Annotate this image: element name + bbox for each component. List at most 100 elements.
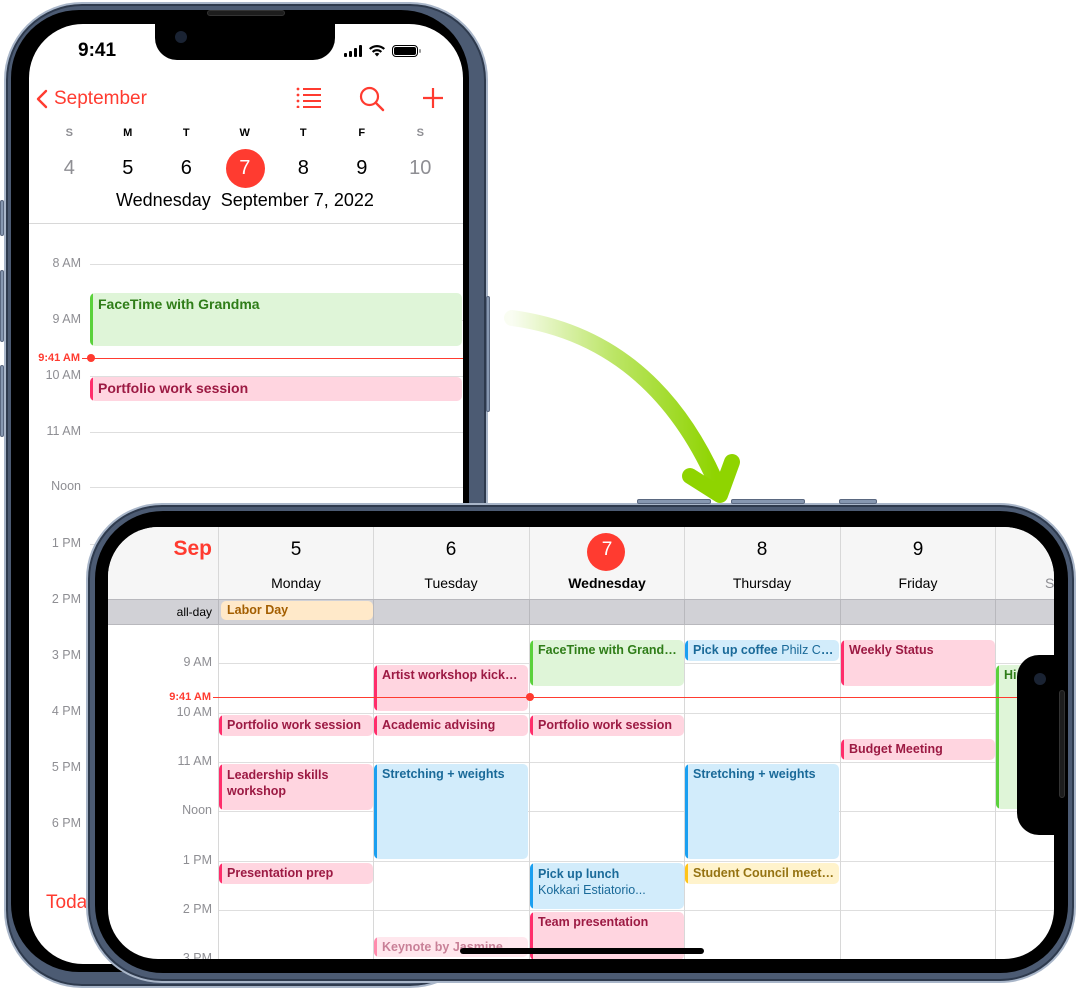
event-facetime-with-grandma[interactable]: FaceTime with Grandma bbox=[530, 640, 684, 686]
current-time-line bbox=[213, 697, 1054, 698]
hour-label: 3 PM bbox=[51, 648, 81, 662]
selected-date: September 7, 2022 bbox=[220, 190, 374, 210]
event-portfolio-work-session[interactable]: Portfolio work session bbox=[219, 715, 373, 736]
hour-row: Noon bbox=[29, 479, 463, 493]
day-button-4[interactable]: 4 bbox=[40, 150, 99, 186]
silent-switch bbox=[839, 499, 877, 504]
search-icon[interactable] bbox=[359, 86, 385, 112]
weekday-letters: S M T W T F S bbox=[40, 127, 450, 139]
hour-line bbox=[90, 487, 463, 488]
event-portfolio-work-session[interactable]: Portfolio work session bbox=[90, 377, 462, 401]
weekday-letter: S bbox=[416, 127, 424, 139]
hour-line bbox=[90, 264, 463, 265]
hour-line bbox=[218, 861, 1054, 862]
event-academic-advising[interactable]: Academic advising bbox=[374, 715, 528, 736]
day-column-header[interactable]: 9 Friday bbox=[840, 527, 995, 599]
weekday-letter: M bbox=[123, 127, 133, 139]
event-title: Artist workshop kickoff! bbox=[382, 668, 526, 682]
hour-line bbox=[218, 713, 1054, 714]
hour-row: 11 AM bbox=[29, 424, 463, 438]
hour-line bbox=[90, 432, 463, 433]
hour-label: 10 AM bbox=[176, 705, 212, 719]
day-column-header[interactable]: 10 Saturday bbox=[995, 527, 1054, 599]
wifi-icon bbox=[369, 45, 385, 57]
hour-label: 8 AM bbox=[52, 256, 82, 270]
event-pick-up-lunch[interactable]: Pick up lunch Kokkari Estiatorio... bbox=[530, 863, 684, 909]
hour-row: Noon bbox=[108, 803, 1054, 817]
event-title: Portfolio work session bbox=[227, 718, 362, 732]
speaker-grille bbox=[207, 10, 285, 16]
event-facetime-with-grandma[interactable]: FaceTime with Grandma bbox=[90, 293, 462, 346]
front-camera bbox=[175, 31, 187, 43]
event-stretching-weights[interactable]: Stretching + weights bbox=[685, 764, 839, 859]
current-time-dot bbox=[526, 693, 534, 701]
day-column-header-today[interactable]: 7 Wednesday bbox=[529, 527, 684, 599]
day-button-8[interactable]: 8 bbox=[274, 150, 333, 186]
hour-label: 1 PM bbox=[182, 853, 212, 867]
day-column-header[interactable]: 5 Monday bbox=[218, 527, 373, 599]
event-pick-up-coffee[interactable]: Pick up coffee Philz Co... bbox=[685, 640, 839, 661]
list-icon[interactable] bbox=[296, 86, 322, 108]
event-labor-day[interactable]: Labor Day bbox=[221, 601, 373, 620]
column-divider bbox=[373, 600, 374, 626]
event-budget-meeting[interactable]: Budget Meeting bbox=[841, 739, 995, 760]
day-column-header[interactable]: 8 Thursday bbox=[684, 527, 839, 599]
day-number: 8 bbox=[756, 539, 768, 560]
day-number: 9 bbox=[912, 539, 924, 560]
event-location: Kokkari Estiatorio... bbox=[538, 883, 646, 897]
day-button-6[interactable]: 6 bbox=[157, 150, 216, 186]
hour-row: 11 AM bbox=[108, 754, 1054, 768]
event-portfolio-work-session[interactable]: Portfolio work session bbox=[530, 715, 684, 736]
day-name: Monday bbox=[271, 575, 321, 591]
day-number-text: 7 bbox=[601, 539, 613, 560]
column-divider bbox=[840, 600, 841, 626]
column-divider bbox=[218, 600, 219, 626]
column-divider bbox=[684, 600, 685, 626]
event-presentation-prep[interactable]: Presentation prep bbox=[219, 863, 373, 884]
event-title: Team presentation bbox=[538, 915, 649, 929]
current-time-line bbox=[82, 358, 463, 359]
hour-label: 2 PM bbox=[51, 592, 81, 606]
back-label: September bbox=[54, 88, 147, 109]
hour-label: 9 AM bbox=[52, 312, 82, 326]
time-grid: 9 AM 10 AM 11 AM Noon 1 PM 2 PM 3 PM Por… bbox=[108, 625, 1054, 959]
add-icon[interactable] bbox=[421, 86, 445, 110]
hour-label: Noon bbox=[182, 803, 212, 817]
chevron-left-icon bbox=[36, 89, 48, 109]
event-keynote-by-jasmine[interactable]: Keynote by Jasmine bbox=[374, 937, 528, 957]
event-title: Pick up coffee bbox=[693, 643, 778, 657]
hour-label: 1 PM bbox=[51, 536, 81, 550]
status-icons bbox=[344, 44, 421, 57]
header-divider bbox=[29, 223, 463, 224]
home-indicator[interactable] bbox=[460, 948, 704, 954]
day-button-9[interactable]: 9 bbox=[333, 150, 392, 186]
event-title: Presentation prep bbox=[227, 866, 334, 880]
day-number: 5 bbox=[290, 539, 302, 560]
event-weekly-status[interactable]: Weekly Status bbox=[841, 640, 995, 686]
silent-switch bbox=[0, 200, 4, 236]
day-number: 10 bbox=[996, 539, 1054, 561]
day-button-7-selected[interactable]: 7 bbox=[216, 149, 275, 188]
hour-line bbox=[218, 762, 1054, 763]
hour-row: 2 PM bbox=[108, 902, 1054, 916]
event-artist-workshop-kickoff[interactable]: Artist workshop kickoff! bbox=[374, 665, 528, 711]
event-title: Portfolio work session bbox=[98, 380, 249, 396]
column-divider bbox=[995, 600, 996, 626]
event-leadership-skills-workshop[interactable]: Leadership skills workshop bbox=[219, 764, 373, 810]
day-button-10[interactable]: 10 bbox=[391, 150, 450, 186]
event-location: Philz Co... bbox=[781, 643, 839, 657]
weekday-letter: T bbox=[299, 127, 307, 139]
day-number: 7 bbox=[239, 157, 251, 179]
hour-label: 11 AM bbox=[46, 424, 81, 438]
event-stretching-weights[interactable]: Stretching + weights bbox=[374, 764, 528, 859]
week-header: Sep 5 Monday 6 Tuesday 7 Wednesday 8 Thursda… bbox=[108, 527, 1054, 599]
month-label[interactable]: Sep bbox=[108, 537, 212, 561]
day-column-header[interactable]: 6 Tuesday bbox=[373, 527, 528, 599]
weekday-letter: W bbox=[239, 127, 250, 139]
event-student-council-meeting[interactable]: Student Council meeti... bbox=[685, 863, 839, 884]
back-to-month-button[interactable]: September bbox=[36, 88, 147, 110]
day-name: Thursday bbox=[732, 575, 792, 591]
current-time-dot bbox=[87, 354, 95, 362]
status-time: 9:41 bbox=[78, 40, 117, 61]
day-button-5[interactable]: 5 bbox=[99, 150, 158, 186]
